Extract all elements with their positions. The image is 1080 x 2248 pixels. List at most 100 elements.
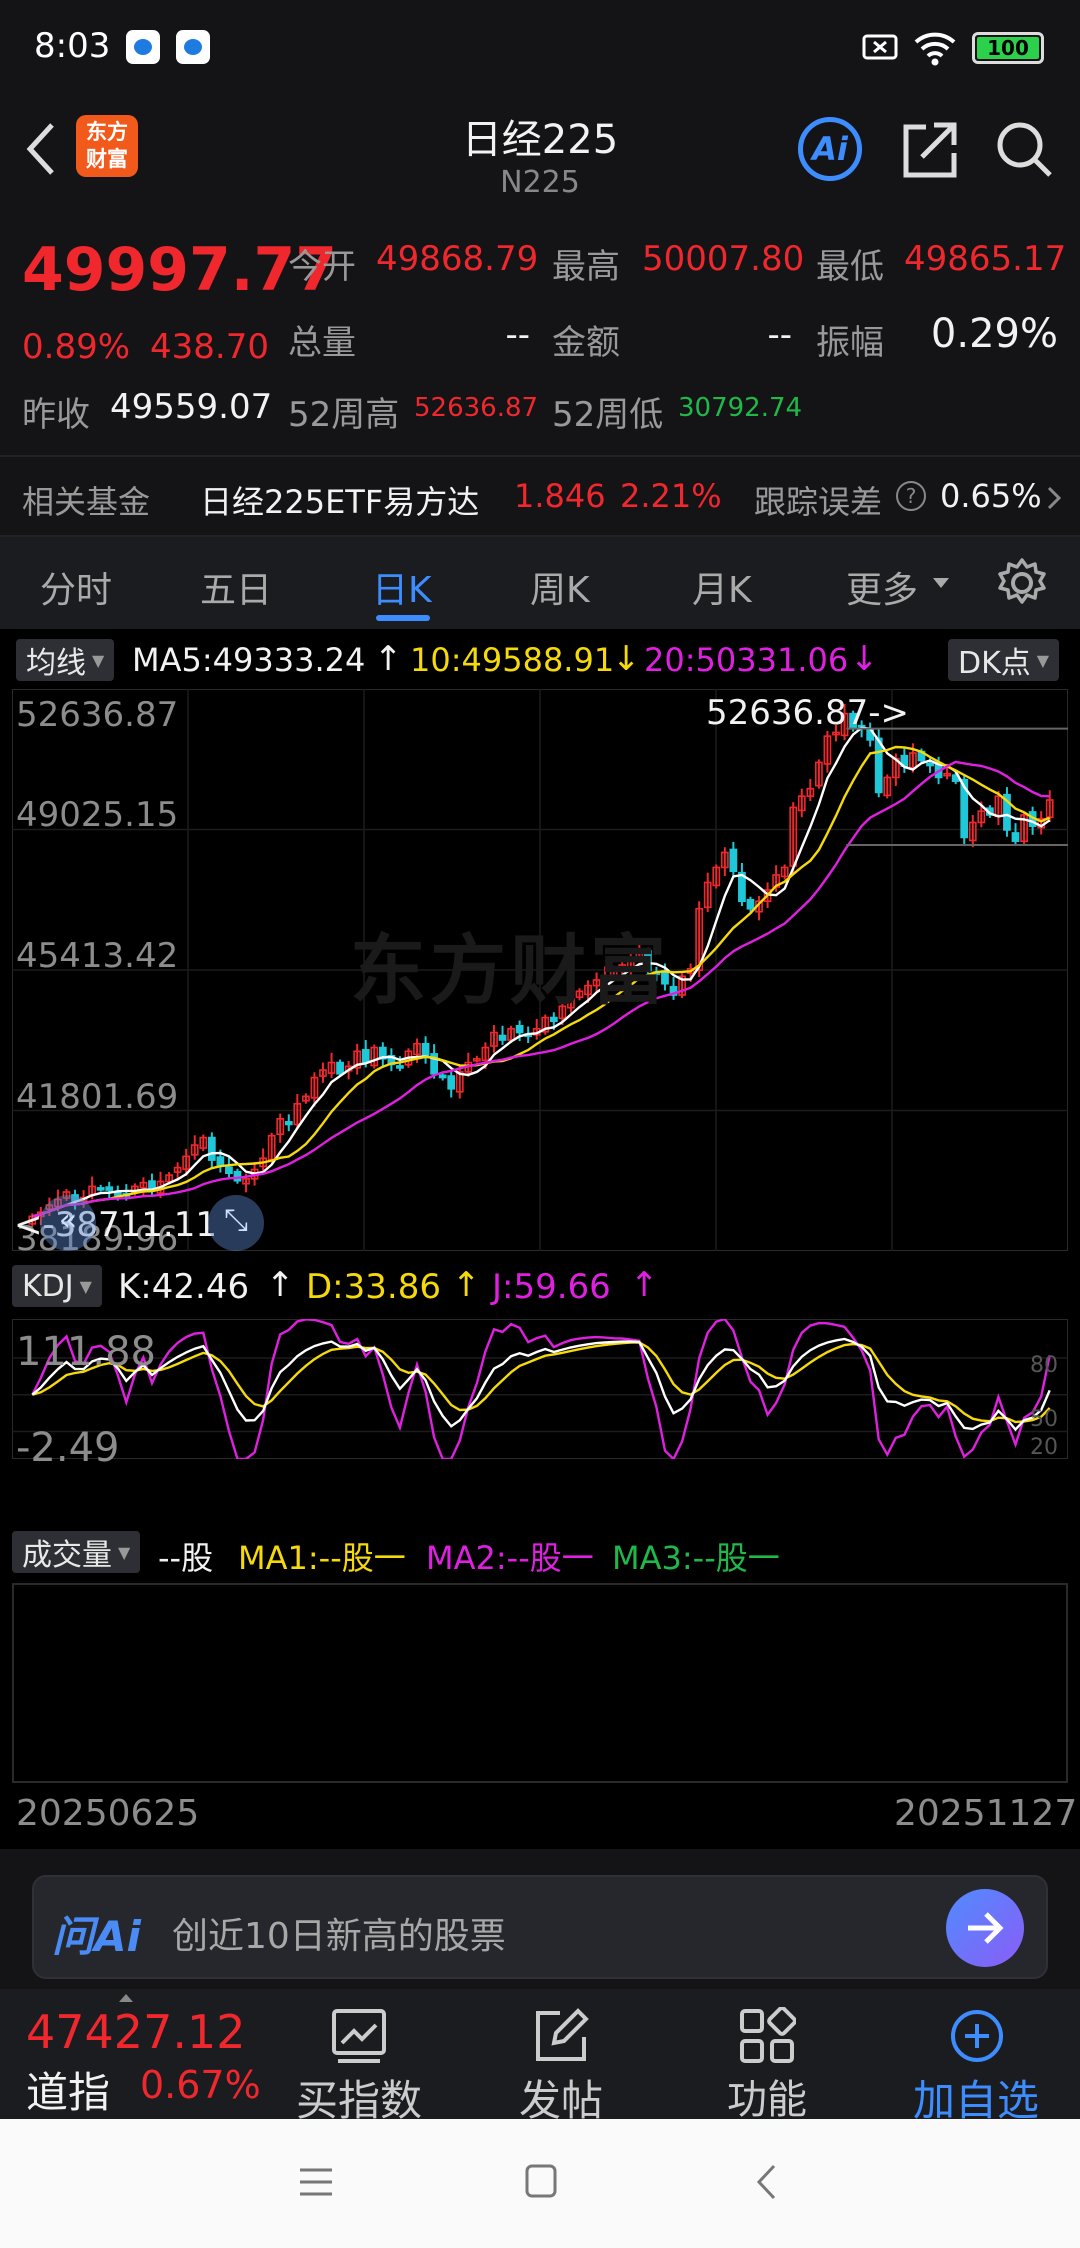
add-watchlist-tab[interactable]: 加自选 bbox=[896, 1989, 1056, 2125]
caret-up-icon bbox=[119, 1994, 133, 2002]
change-pct: 0.89% bbox=[22, 327, 131, 367]
volume-selector-button[interactable]: 成交量 ▼ bbox=[12, 1531, 141, 1573]
tab-five-day[interactable]: 五日 bbox=[200, 561, 272, 613]
ai-icon[interactable]: Ai bbox=[798, 117, 862, 181]
chart-area: 均线 ▼ MA5:49333.24 ↑ 10:49588.91 ↓ 20:5033… bbox=[0, 629, 1080, 1849]
ask-ai-input[interactable]: 问Ai 创近10日新高的股票 bbox=[32, 1875, 1048, 1979]
notification-icon bbox=[176, 30, 210, 64]
x-axis-end-date: 20251127 bbox=[894, 1793, 1078, 1834]
period-tabs: 分时 五日 日K 周K 月K 更多 bbox=[0, 537, 1080, 629]
candle bbox=[216, 1156, 225, 1167]
tab-weekly-k[interactable]: 周K bbox=[530, 561, 590, 613]
ma20-down-arrow-icon: ↓ bbox=[850, 639, 879, 679]
amount-value: -- bbox=[767, 315, 792, 355]
ma5-up-arrow-icon: ↑ bbox=[374, 639, 403, 679]
volume-value: --股 bbox=[158, 1539, 214, 1577]
home-icon[interactable] bbox=[524, 2163, 558, 2199]
candle bbox=[874, 737, 883, 794]
related-fund-row[interactable]: 相关基金 日经225ETF易方达 1.846 2.21% 跟踪误差 ? 0.65… bbox=[0, 455, 1080, 537]
functions-tab[interactable]: 功能 bbox=[690, 1989, 844, 2123]
kdj-d-value: D:33.86 bbox=[306, 1267, 441, 1307]
kdj-ref-80: 80 bbox=[1030, 1353, 1058, 1378]
dk-point-button[interactable]: DK点 ▼ bbox=[948, 639, 1060, 681]
max-price-marker: 52636.87-> bbox=[706, 693, 909, 733]
indicator-selector-button[interactable]: KDJ ▼ bbox=[12, 1265, 102, 1307]
candle bbox=[233, 1170, 242, 1182]
dow-label: 道指 bbox=[26, 2068, 111, 2117]
y-axis-label-3: 45413.42 bbox=[16, 936, 179, 976]
ma5-value: MA5:49333.24 bbox=[132, 641, 366, 679]
edit-icon bbox=[536, 2008, 589, 2061]
tab-intraday[interactable]: 分时 bbox=[40, 561, 112, 613]
candle bbox=[661, 970, 669, 985]
candle bbox=[926, 762, 934, 767]
share-icon[interactable] bbox=[900, 119, 958, 179]
high-value: 50007.80 bbox=[642, 239, 805, 279]
kdj-axis-top: 111.88 bbox=[16, 1329, 156, 1375]
header-bar: 东方 财富 日经225 N225 Ai bbox=[0, 95, 1080, 215]
kdj-chart[interactable] bbox=[12, 1319, 1068, 1459]
back-arrow-icon[interactable] bbox=[22, 121, 58, 177]
help-icon[interactable]: ? bbox=[896, 481, 926, 511]
system-nav-bar bbox=[0, 2119, 1080, 2248]
volume-chart[interactable] bbox=[12, 1583, 1068, 1783]
kdj-j-line bbox=[31, 1319, 1051, 1459]
back-icon[interactable] bbox=[754, 2163, 778, 2201]
app-logo: 东方 财富 bbox=[76, 115, 138, 177]
caret-down-icon bbox=[933, 578, 949, 588]
scroll-left-icon[interactable]: « bbox=[40, 1195, 96, 1251]
dow-index-ticker[interactable]: 47427.12 道指 0.67% bbox=[0, 1989, 282, 2119]
buy-index-tab[interactable]: 买指数 bbox=[282, 1989, 436, 2125]
kdj-axis-bottom: -2.49 bbox=[16, 1425, 120, 1471]
fund-label: 相关基金 bbox=[22, 483, 151, 521]
chevron-right-icon bbox=[1047, 486, 1062, 510]
caret-down-icon: ▼ bbox=[118, 1542, 131, 1562]
prev-close-value: 49559.07 bbox=[110, 387, 273, 427]
amount-label: 金额 bbox=[552, 323, 620, 363]
arrow-right-icon[interactable] bbox=[946, 1889, 1024, 1967]
ask-ai-suggestion: 创近10日新高的股票 bbox=[172, 1916, 506, 1957]
fund-name[interactable]: 日经225ETF易方达 bbox=[200, 477, 479, 523]
battery-icon: 100 bbox=[972, 32, 1044, 64]
plot-border bbox=[12, 1319, 1068, 1459]
bottom-tab-bar: 47427.12 道指 0.67% 买指数 发帖 功能 加自选 bbox=[0, 1989, 1080, 2125]
indicator-selector-label: KDJ bbox=[22, 1268, 74, 1304]
volume-ma3: MA3:--股一 bbox=[612, 1539, 780, 1577]
candle bbox=[515, 1024, 524, 1034]
tab-daily-k[interactable]: 日K bbox=[372, 561, 432, 613]
week52-high-value: 52636.87 bbox=[414, 393, 539, 423]
settings-icon[interactable] bbox=[996, 557, 1048, 609]
fund-change: 2.21% bbox=[620, 477, 722, 515]
candle bbox=[225, 1166, 233, 1175]
week52-low-label: 52周低 bbox=[552, 395, 664, 435]
volume-value: -- bbox=[505, 315, 530, 355]
wifi-icon bbox=[914, 32, 956, 66]
menu-icon[interactable] bbox=[298, 2167, 334, 2197]
y-axis-label-4: 41801.69 bbox=[16, 1077, 179, 1117]
tab-more[interactable]: 更多 bbox=[846, 561, 918, 613]
candle bbox=[746, 898, 755, 910]
candles bbox=[28, 703, 1054, 1227]
dow-change: 0.67% bbox=[140, 2063, 261, 2107]
quote-panel: 49997.77 0.89% 438.70 昨收 49559.07 今开 498… bbox=[0, 215, 1080, 455]
expand-icon[interactable]: ⤡ bbox=[208, 1195, 264, 1251]
dk-point-label: DK点 bbox=[958, 646, 1031, 681]
y-axis-label-1: 52636.87 bbox=[16, 695, 179, 735]
candle bbox=[1011, 832, 1020, 842]
caret-down-icon: ▼ bbox=[79, 1276, 92, 1296]
candle bbox=[438, 1074, 447, 1079]
week52-high-label: 52周高 bbox=[288, 395, 400, 435]
y-axis-label-2: 49025.15 bbox=[16, 795, 179, 835]
volume-ma2: MA2:--股一 bbox=[426, 1539, 594, 1577]
tab-monthly-k[interactable]: 月K bbox=[692, 561, 752, 613]
ma-selector-button[interactable]: 均线 ▼ bbox=[16, 639, 115, 681]
tracking-error-value: 0.65% bbox=[940, 477, 1042, 515]
kdj-d-arrow-icon: ↑ bbox=[452, 1265, 481, 1305]
notification-icon bbox=[126, 30, 160, 64]
search-icon[interactable] bbox=[996, 121, 1054, 179]
kdj-j-value: J:59.66 bbox=[492, 1267, 611, 1307]
ask-ai-logo: 问Ai bbox=[52, 1912, 141, 1961]
sim-icon bbox=[862, 34, 898, 60]
candle bbox=[361, 1048, 370, 1064]
post-tab[interactable]: 发帖 bbox=[484, 1989, 638, 2125]
